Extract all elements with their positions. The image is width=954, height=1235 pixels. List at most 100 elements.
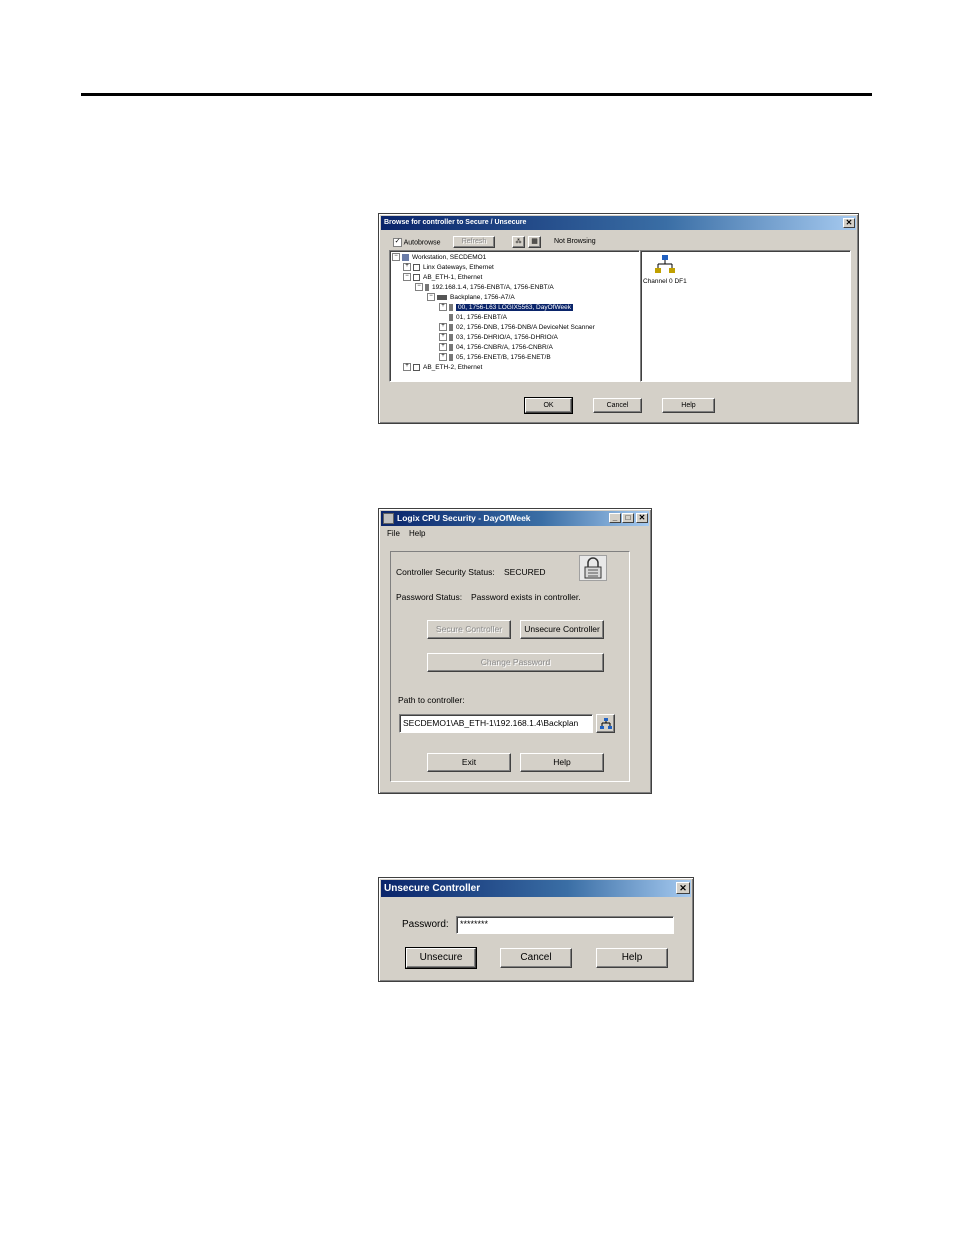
path-value: SECDEMO1\AB_ETH-1\192.168.1.4\Backplan (403, 718, 579, 728)
exit-button[interactable]: Exit (427, 753, 511, 772)
cancel-label: Cancel (606, 402, 629, 409)
close-button[interactable]: ✕ (676, 882, 690, 894)
module-icon (449, 353, 453, 361)
tree-view-button[interactable]: ⁂ (512, 236, 525, 248)
tree-item-label: 01, 1756-ENBT/A (456, 314, 507, 321)
ok-button[interactable]: OK (524, 397, 573, 414)
tree-item-label: 00, 1756-L63 LOGIX5563, DayOfWeek (456, 304, 573, 311)
path-input[interactable]: SECDEMO1\AB_ETH-1\192.168.1.4\Backplan (399, 714, 593, 733)
close-icon: ✕ (638, 513, 646, 522)
refresh-label: Refresh (461, 238, 487, 245)
unsecure-button[interactable]: Unsecure (405, 947, 477, 969)
security-dialog: Logix CPU Security - DayOfWeek _ □ ✕ Fil… (378, 508, 652, 794)
expand-icon[interactable]: + (403, 363, 411, 372)
autobrowse-checkbox[interactable]: ✓ (393, 238, 402, 247)
autobrowse-label: Autobrowse (403, 239, 441, 247)
tree-item-ab-eth-1[interactable]: − AB_ETH-1, Ethernet (403, 273, 482, 282)
help-label: Help (621, 952, 643, 963)
change-password-button[interactable]: Change Password (427, 653, 604, 672)
tree-item-label: 03, 1756-DHRIO/A, 1756-DHRIO/A (456, 334, 558, 341)
channel-network-icon[interactable] (653, 255, 677, 275)
expand-icon[interactable]: + (439, 333, 447, 342)
backplane-icon (437, 294, 447, 300)
help-label: Help (553, 757, 571, 767)
close-icon: ✕ (845, 218, 853, 227)
collapse-icon[interactable]: − (392, 253, 400, 262)
cancel-label: Cancel (520, 952, 552, 963)
tree-item-backplane[interactable]: − Backplane, 1756-A7/A (427, 293, 515, 302)
secure-controller-label: Secure Controller (435, 624, 503, 634)
browse-dialog-title: Browse for controller to Secure / Unsecu… (384, 219, 527, 226)
network-icon (413, 263, 420, 271)
minimize-button[interactable]: _ (609, 513, 621, 523)
tree-item-slot-01[interactable]: 01, 1756-ENBT/A (439, 313, 507, 322)
cancel-button[interactable]: Cancel (500, 948, 572, 968)
module-icon (449, 303, 453, 311)
browse-path-button[interactable] (596, 714, 615, 733)
tree-item-label: AB_ETH-1, Ethernet (423, 274, 483, 281)
expand-icon[interactable]: + (403, 263, 411, 272)
header-rule (81, 93, 872, 96)
tree-item-label: Backplane, 1756-A7/A (450, 294, 515, 301)
change-password-label: Change Password (480, 657, 551, 667)
lock-icon (579, 555, 607, 581)
tree-item-controller[interactable]: +00, 1756-L63 LOGIX5563, DayOfWeek (439, 303, 573, 312)
security-status-value: SECURED (504, 567, 546, 577)
cancel-button[interactable]: Cancel (593, 398, 642, 413)
browse-status-text: Not Browsing (554, 238, 596, 245)
tree-pane[interactable]: − Workstation, SECDEMO1 + Linx Gateways, E… (389, 250, 640, 382)
tree-item-workstation[interactable]: − Workstation, SECDEMO1 (392, 253, 486, 262)
expand-icon[interactable]: + (439, 353, 447, 362)
tree-item-label: 192.168.1.4, 1756-ENBT/A, 1756-ENBT/A (432, 284, 554, 291)
network-icon (413, 273, 420, 281)
tree-item-label: 04, 1756-CNBR/A, 1756-CNBR/A (456, 344, 553, 351)
tree-item-label: Linx Gateways, Ethernet (423, 264, 494, 271)
unsecure-controller-label: Unsecure Controller (524, 624, 600, 634)
list-view-button[interactable]: ▦ (528, 236, 541, 248)
tree-item-slot-04[interactable]: +04, 1756-CNBR/A, 1756-CNBR/A (439, 343, 553, 352)
close-button[interactable]: ✕ (636, 513, 648, 523)
maximize-icon: □ (625, 513, 631, 522)
help-button[interactable]: Help (596, 948, 668, 968)
refresh-button[interactable]: Refresh (453, 236, 495, 248)
tree-item-label: Workstation, SECDEMO1 (412, 254, 487, 261)
tree-item-slot-03[interactable]: +03, 1756-DHRIO/A, 1756-DHRIO/A (439, 333, 558, 342)
password-status-value: Password exists in controller. (471, 592, 581, 602)
close-button[interactable]: ✕ (843, 218, 855, 228)
help-button[interactable]: Help (662, 398, 715, 413)
unsecure-controller-button[interactable]: Unsecure Controller (520, 620, 604, 639)
tree-item-label: 02, 1756-DNB, 1756-DNB/A DeviceNet Scann… (456, 324, 595, 331)
tree-item-linx-gateways[interactable]: + Linx Gateways, Ethernet (403, 263, 494, 272)
tree-item-ab-eth-2[interactable]: + AB_ETH-2, Ethernet (403, 363, 482, 372)
tree-item-slot-05[interactable]: +05, 1756-ENET/B, 1756-ENET/B (439, 353, 551, 362)
password-input[interactable]: ******** (456, 916, 674, 934)
tree-item-enbt[interactable]: − 192.168.1.4, 1756-ENBT/A, 1756-ENBT/A (415, 283, 554, 292)
help-button[interactable]: Help (520, 753, 604, 772)
menu-help[interactable]: Help (409, 529, 425, 538)
unsecure-dialog-title: Unsecure Controller (384, 883, 481, 894)
expand-icon[interactable]: + (439, 323, 447, 332)
tree-item-slot-02[interactable]: +02, 1756-DNB, 1756-DNB/A DeviceNet Scan… (439, 323, 595, 332)
collapse-icon[interactable]: − (415, 283, 423, 292)
secure-controller-button[interactable]: Secure Controller (427, 620, 511, 639)
ok-label: OK (543, 402, 554, 409)
browse-dialog-titlebar: Browse for controller to Secure / Unsecu… (381, 216, 856, 230)
workstation-icon (402, 253, 409, 261)
collapse-icon[interactable]: − (427, 293, 435, 302)
expand-icon[interactable]: + (439, 343, 447, 352)
security-dialog-title: Logix CPU Security - DayOfWeek (397, 513, 531, 523)
detail-pane[interactable]: Channel 0 DF1 (640, 250, 851, 382)
expand-icon[interactable]: + (439, 303, 447, 312)
module-icon (449, 333, 453, 341)
minimize-icon: _ (612, 513, 618, 522)
path-label: Path to controller: (398, 695, 465, 705)
security-status-label: Controller Security Status: (396, 567, 495, 577)
exit-label: Exit (461, 757, 477, 767)
menu-file[interactable]: File (387, 529, 400, 538)
collapse-icon[interactable]: − (403, 273, 411, 282)
unsecure-dialog-titlebar: Unsecure Controller ✕ (381, 880, 691, 897)
module-icon (425, 283, 429, 291)
tree-view-icon: ⁂ (515, 239, 522, 245)
maximize-button[interactable]: □ (622, 513, 634, 523)
autobrowse-checkbox-row[interactable]: ✓ Autobrowse (393, 238, 441, 247)
